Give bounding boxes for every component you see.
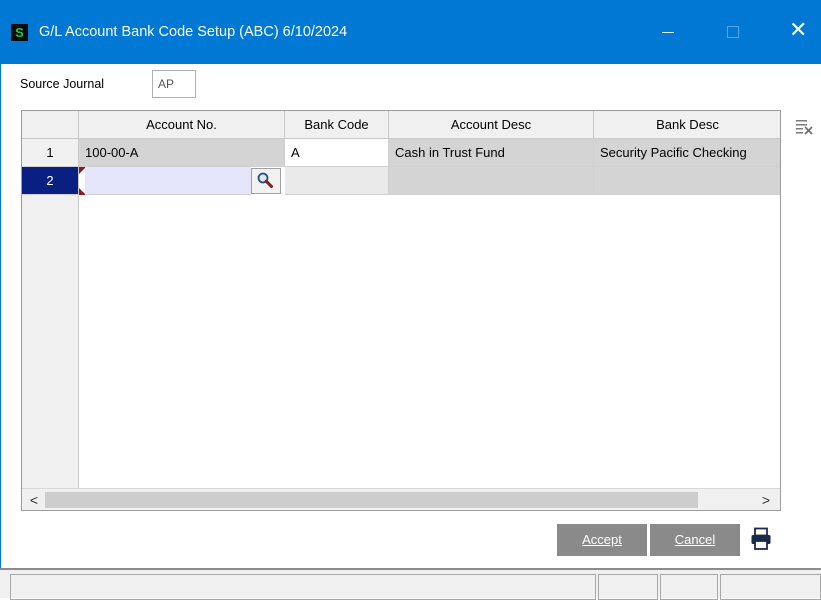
maximize-button[interactable] (710, 16, 756, 48)
column-header-bank-desc[interactable]: Bank Desc (594, 111, 780, 139)
cell-bank-desc-1: Security Pacific Checking (594, 139, 780, 167)
cell-account-desc-2 (389, 167, 594, 195)
minimize-icon (662, 32, 674, 33)
account-bank-grid: Account No. Bank Code Account Desc Bank … (21, 110, 781, 511)
status-bar (0, 568, 821, 600)
account-lookup-button[interactable] (251, 168, 281, 194)
column-header-account-no[interactable]: Account No. (79, 111, 285, 139)
close-button[interactable]: ✕ (775, 16, 821, 48)
window-title: G/L Account Bank Code Setup (ABC) 6/10/2… (39, 24, 348, 40)
cell-account-no-2[interactable] (85, 167, 251, 195)
grid-corner-header (22, 111, 79, 139)
scrollbar-thumb[interactable] (45, 492, 698, 508)
horizontal-scrollbar[interactable]: < > (22, 488, 780, 510)
row-number-2[interactable]: 2 (22, 167, 79, 195)
status-pane-3 (660, 574, 718, 600)
scroll-right-button[interactable]: > (756, 489, 776, 510)
accept-button[interactable]: Accept (557, 524, 647, 556)
app-icon: S (11, 24, 28, 41)
cancel-button[interactable]: Cancel (650, 524, 740, 556)
scroll-left-button[interactable]: < (24, 489, 44, 510)
printer-icon[interactable] (750, 527, 772, 554)
source-journal-input[interactable] (152, 70, 196, 98)
cell-account-no-1[interactable]: 100-00-A (79, 139, 285, 167)
minimize-button[interactable] (645, 16, 691, 48)
cell-bank-code-1[interactable]: A (285, 139, 389, 167)
close-icon: ✕ (789, 17, 808, 42)
cell-account-desc-1: Cash in Trust Fund (389, 139, 594, 167)
column-header-account-desc[interactable]: Account Desc (389, 111, 594, 139)
clear-grid-icon[interactable] (795, 118, 813, 139)
status-pane-main (10, 574, 596, 600)
source-journal-label: Source Journal (20, 77, 105, 91)
maximize-icon (727, 26, 739, 38)
status-pane-4 (720, 574, 821, 600)
cell-bank-desc-2 (594, 167, 780, 195)
cell-bank-code-2[interactable] (285, 167, 389, 195)
window-border (0, 64, 1, 596)
status-pane-2 (598, 574, 658, 600)
column-header-bank-code[interactable]: Bank Code (285, 111, 389, 139)
title-bar: S G/L Account Bank Code Setup (ABC) 6/10… (0, 0, 821, 64)
row-number-1[interactable]: 1 (22, 139, 79, 167)
magnifier-icon (257, 172, 273, 188)
